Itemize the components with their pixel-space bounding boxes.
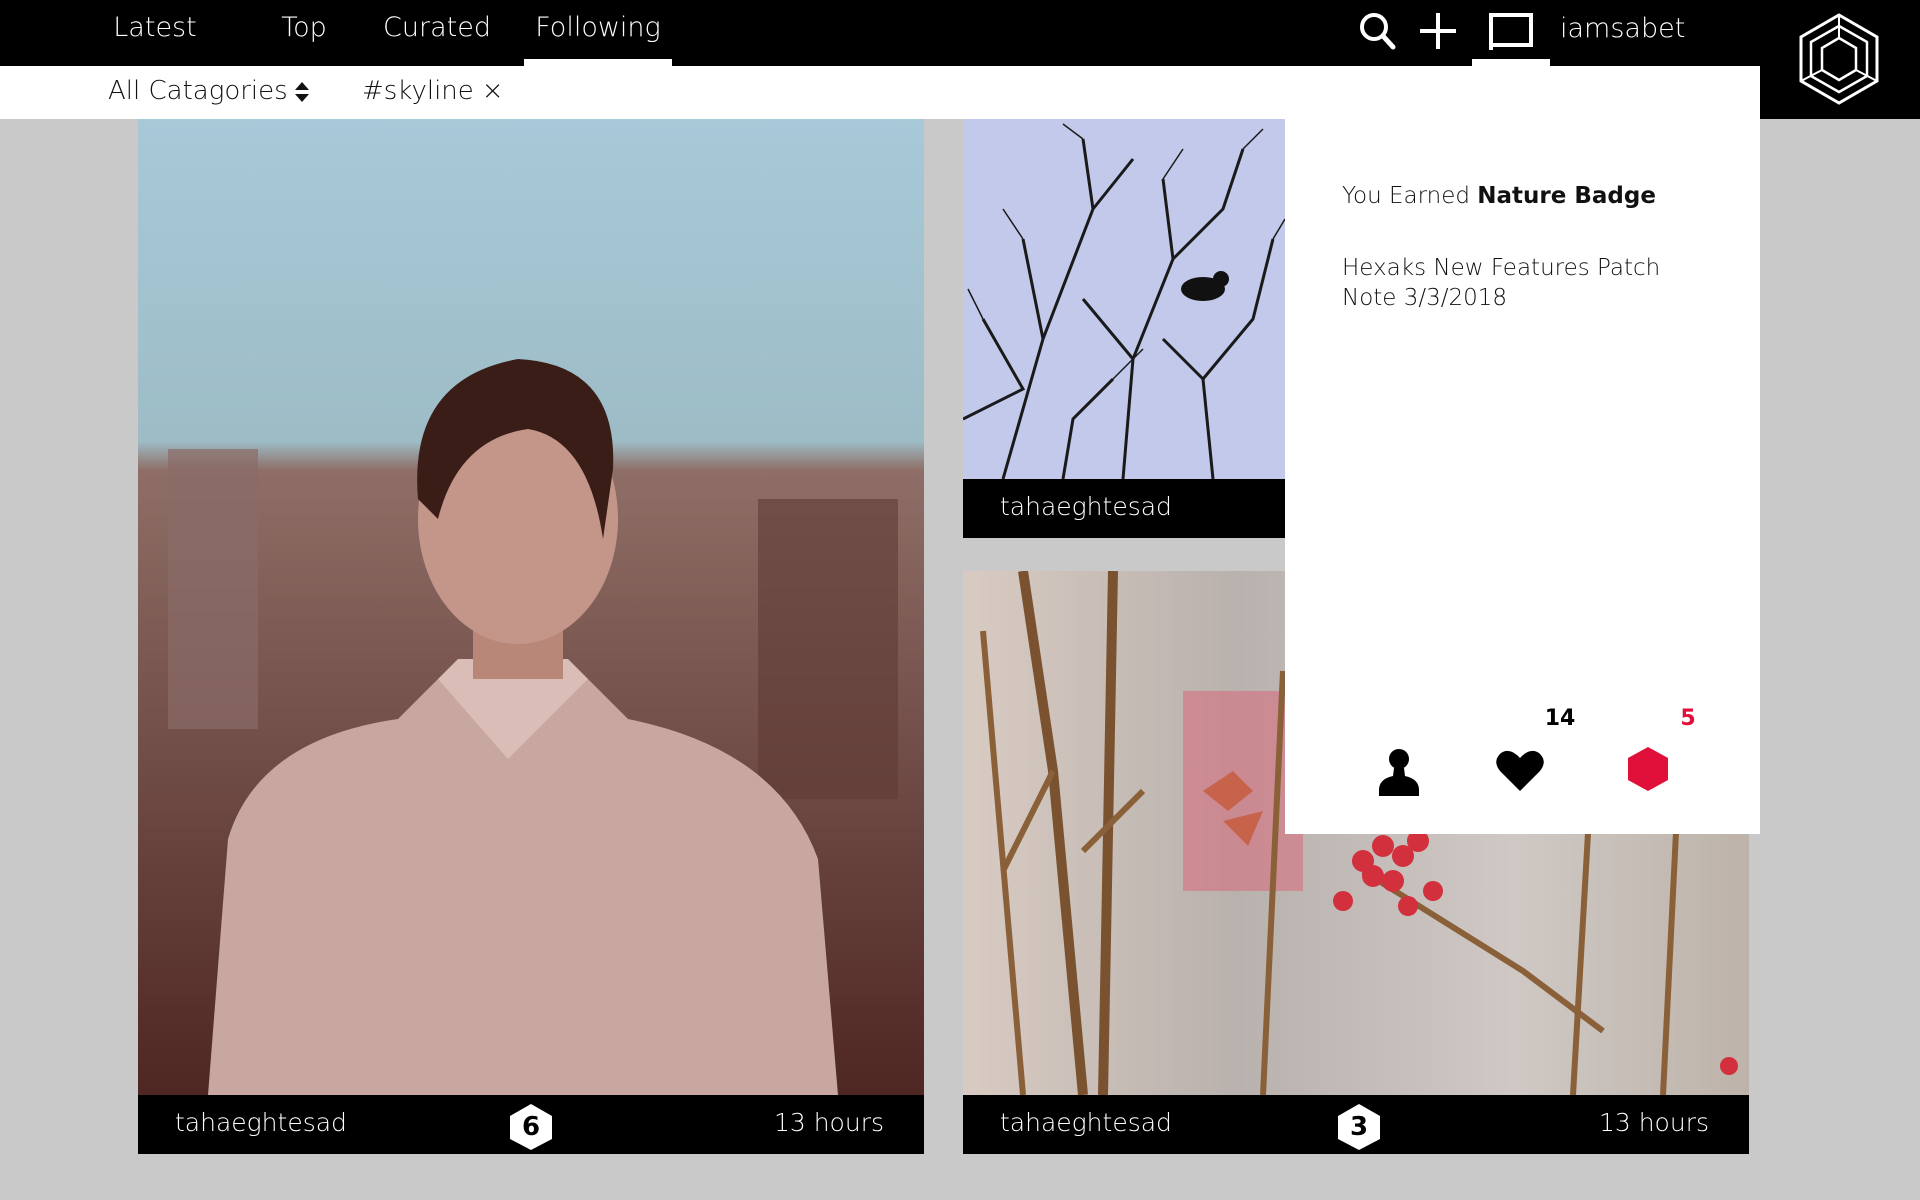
sort-arrows-icon bbox=[294, 81, 309, 102]
search-icon[interactable] bbox=[1355, 10, 1401, 52]
hexaks-logo-icon bbox=[1799, 13, 1879, 105]
top-bar: Latest Top Curated Following iamsabet bbox=[0, 0, 1920, 66]
author-link[interactable]: tahaeghtesad bbox=[1000, 1095, 1172, 1151]
likes-count: 14 bbox=[1544, 706, 1576, 731]
category-select[interactable]: All Catagories bbox=[108, 66, 310, 119]
monitor-active-indicator bbox=[1472, 59, 1550, 66]
post-footer: tahaeghtesad bbox=[963, 479, 1285, 538]
post-card[interactable]: tahaeghtesad bbox=[963, 119, 1285, 538]
badge-count: 6 bbox=[521, 1112, 541, 1142]
user-icon[interactable] bbox=[1377, 746, 1421, 800]
notification-panel: You Earned Nature Badge Hexaks New Featu… bbox=[1285, 66, 1760, 834]
notification-badge-earned[interactable]: You Earned Nature Badge bbox=[1342, 181, 1712, 211]
badges-count: 5 bbox=[1680, 706, 1696, 731]
author-link[interactable]: tahaeghtesad bbox=[1000, 479, 1172, 535]
monitor-icon[interactable] bbox=[1487, 10, 1537, 52]
tab-following[interactable]: Following bbox=[524, 0, 672, 66]
tab-latest[interactable]: Latest bbox=[100, 0, 210, 66]
post-time: 13 hours bbox=[773, 1108, 884, 1137]
badge-name: Nature Badge bbox=[1477, 183, 1656, 209]
tab-top[interactable]: Top bbox=[260, 0, 348, 66]
hexagon-badge-icon[interactable]: 6 bbox=[509, 1103, 553, 1151]
logo[interactable] bbox=[1760, 0, 1920, 119]
tab-curated[interactable]: Curated bbox=[372, 0, 502, 66]
close-icon[interactable]: × bbox=[482, 66, 504, 116]
heart-icon[interactable] bbox=[1495, 748, 1545, 796]
post-card[interactable]: tahaeghtesad 6 13 hours bbox=[138, 119, 924, 1154]
hexagon-badge-icon[interactable]: 3 bbox=[1337, 1103, 1381, 1151]
notification-patch-note[interactable]: Hexaks New Features Patch Note 3/3/2018 bbox=[1342, 253, 1712, 313]
tag-label: #skyline bbox=[362, 76, 474, 106]
tag-filter: #skyline × bbox=[362, 66, 504, 119]
badge-count: 3 bbox=[1349, 1112, 1369, 1142]
post-photo bbox=[138, 119, 924, 1095]
post-footer: tahaeghtesad 6 13 hours bbox=[138, 1095, 924, 1154]
username-link[interactable]: iamsabet bbox=[1560, 0, 1685, 58]
category-label: All Catagories bbox=[108, 76, 288, 106]
add-icon[interactable] bbox=[1415, 10, 1461, 52]
post-time: 13 hours bbox=[1598, 1108, 1709, 1137]
author-link[interactable]: tahaeghtesad bbox=[175, 1095, 347, 1151]
post-footer: tahaeghtesad 3 13 hours bbox=[963, 1095, 1749, 1154]
notification-text: You Earned bbox=[1342, 183, 1478, 209]
hexagon-badges-icon[interactable] bbox=[1627, 746, 1669, 796]
post-photo bbox=[963, 119, 1285, 479]
